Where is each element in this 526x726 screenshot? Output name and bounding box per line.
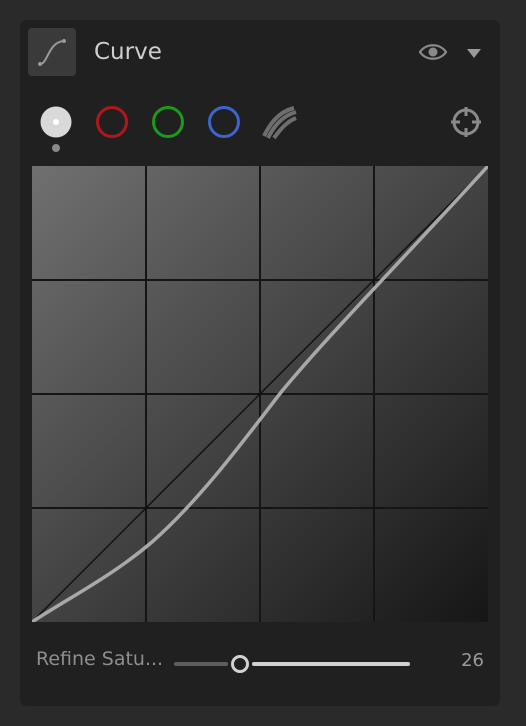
luminosity-channel-button[interactable] (38, 104, 74, 140)
crosshair-target-icon[interactable] (448, 104, 484, 140)
slider-track-left (174, 662, 228, 666)
slider-track-right (252, 662, 410, 666)
panel-title: Curve (94, 39, 162, 65)
red-channel-button[interactable] (94, 104, 130, 140)
refine-saturation-slider-row: Refine Satu... 26 (20, 640, 500, 688)
selected-channel-indicator (52, 144, 60, 152)
blue-channel-button[interactable] (206, 104, 242, 140)
refine-saturation-label: Refine Satu... (36, 648, 164, 670)
luminosity-curve-icon[interactable] (260, 104, 297, 140)
green-channel-button[interactable] (150, 104, 186, 140)
refine-saturation-slider[interactable] (174, 655, 410, 673)
refine-saturation-value: 26 (461, 650, 484, 671)
curve-editor[interactable] (32, 166, 488, 622)
channel-selector (20, 98, 500, 154)
eye-icon[interactable] (418, 40, 448, 64)
slider-thumb[interactable] (231, 655, 249, 673)
panel-header: Curve (20, 20, 500, 92)
curve-tool-icon[interactable] (28, 28, 76, 76)
triangle-down-icon[interactable] (462, 44, 486, 62)
curve-panel: Curve Refine Satu... 26 (20, 20, 500, 706)
